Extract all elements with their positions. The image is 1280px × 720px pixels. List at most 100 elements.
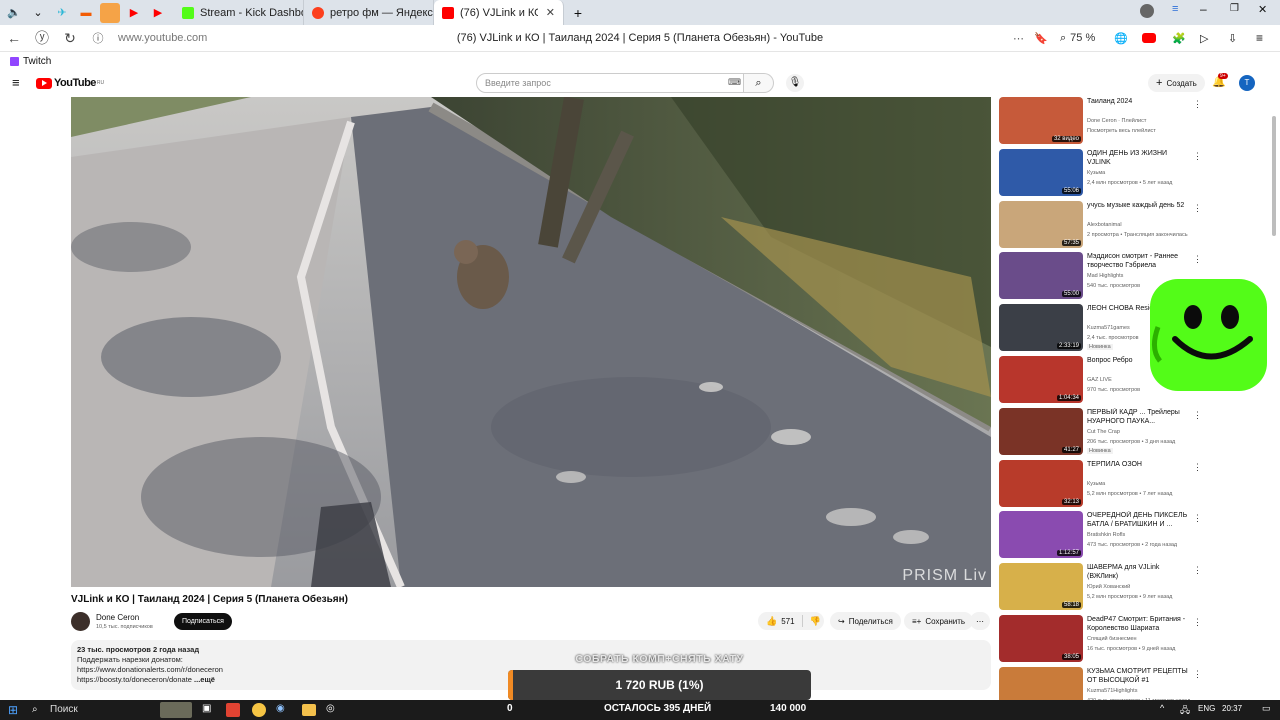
steam-icon[interactable]: ◉ [276,703,285,714]
pinned-youtube-icon[interactable]: ▶ [124,3,144,23]
save-button[interactable]: ≡+ Сохранить [904,612,974,630]
recommended-video[interactable]: 32 видео Таиланд 2024 Done Ceron · Плейлис… [999,97,1204,147]
video-thumbnail[interactable]: 55:00 [999,252,1083,299]
thumbs-down-icon[interactable]: 👎 [810,616,821,627]
more-options-icon[interactable]: ⋮ [1193,99,1202,110]
restore-icon[interactable]: ❐ [1230,3,1239,14]
subscribe-button[interactable]: Подписаться [174,613,232,630]
video-player[interactable]: PRISM Liv [71,97,991,587]
more-options-icon[interactable]: ⋮ [1193,462,1202,473]
tab-youtube-active[interactable]: (76) VJLink и КО | Та ✕ [434,0,564,25]
keyboard-icon[interactable]: ⌨ [728,77,741,88]
recommended-channel[interactable]: Кузьма [1087,481,1197,487]
recommended-video[interactable]: 55:06 ОДИН ДЕНЬ ИЗ ЖИЗНИ VJLINK Кузьма 2,4 … [999,149,1204,199]
video-thumbnail[interactable]: 32 видео [999,97,1083,144]
video-thumbnail[interactable]: 32:13 [999,460,1083,507]
more-options-icon[interactable]: ⋮ [1193,669,1202,680]
video-thumbnail[interactable]: 1:12:57 [999,511,1083,558]
recommended-video[interactable]: 41:27 ПЕРВЫЙ КАДР ... Трейлеры НУАРНОГО П… [999,408,1204,458]
app-icon[interactable] [226,703,240,717]
recommended-video[interactable]: 57:35 учусь музыке каждый день 52 Alexbota… [999,201,1204,251]
tray-chevron-icon[interactable]: ^ [1160,703,1164,713]
scrollbar-thumb[interactable] [1272,116,1276,236]
pinned-tab-icon[interactable]: ✈ [52,3,72,23]
description-link[interactable]: https://boosty.to/doneceron/donate [77,675,192,684]
video-thumbnail[interactable]: 57:35 [999,201,1083,248]
video-thumbnail[interactable]: 1:04:34 [999,356,1083,403]
recommended-channel[interactable]: Спящий бизнесмен [1087,636,1197,642]
windows-start-icon[interactable]: ⊞ [8,703,18,717]
pinned-tab-icon[interactable] [100,2,120,23]
zoom-control[interactable]: ⌕ 75 % [1060,32,1095,45]
recommended-title[interactable]: Таиланд 2024 [1087,97,1191,106]
pinned-youtube-icon[interactable]: ▶ [148,3,168,23]
recommended-channel[interactable]: Кузьма [1087,170,1197,176]
more-options-icon[interactable]: ⋮ [1193,617,1202,628]
translate-icon[interactable]: 🌐 [1114,32,1128,45]
recommended-video[interactable]: 32:13 ТЕРПИЛА ОЗОН Кузьма 5,2 млн просмотро… [999,460,1204,510]
recommended-title[interactable]: ПЕРВЫЙ КАДР ... Трейлеры НУАРНОГО ПАУКА.… [1087,408,1191,426]
obs-icon[interactable]: ◎ [326,703,335,714]
speaker-icon[interactable]: 🔈 [4,3,24,23]
video-thumbnail[interactable]: 41:27 [999,408,1083,455]
recommended-title[interactable]: ОДИН ДЕНЬ ИЗ ЖИЗНИ VJLINK [1087,149,1191,167]
yandex-protect-icon[interactable]: ⓨ [28,28,56,48]
network-icon[interactable]: 🖧 [1180,703,1190,719]
recommended-channel[interactable]: Done Ceron · Плейлист [1087,118,1197,124]
recommended-channel[interactable]: Kuzma571Highlights [1087,688,1197,694]
bookmark-icon[interactable]: 🔖 [1034,32,1048,45]
file-explorer-icon[interactable] [302,704,316,716]
search-button[interactable]: ⌕ [744,73,774,93]
recommended-title[interactable]: КУЗЬМА СМОТРИТ РЕЦЕПТЫ ОТ ВЫСОЦКОЙ #1 [1087,667,1191,685]
close-tab-icon[interactable]: ✕ [546,6,555,19]
more-options-icon[interactable]: ⋮ [1193,151,1202,162]
close-window-icon[interactable]: ✕ [1258,3,1267,16]
minimize-icon[interactable]: – [1200,2,1207,16]
notification-center-icon[interactable]: ▭ [1262,703,1271,714]
clock[interactable]: 20:37 [1222,704,1242,713]
media-icon[interactable]: ▷ [1200,32,1208,45]
share-button[interactable]: ↪ Поделиться [830,612,901,630]
news-widget[interactable] [160,702,192,718]
url-host[interactable]: www.youtube.com [118,32,207,44]
recommended-title[interactable]: ОЧЕРЕДНОЙ ДЕНЬ ПИКСЕЛЬ БАТЛА / БРАТИШКИН… [1087,511,1191,529]
more-options-icon[interactable]: ⋮ [1193,254,1202,265]
youtube-logo[interactable]: YouTube RU [36,77,104,89]
more-options-icon[interactable]: ⋮ [1193,410,1202,421]
site-info-icon[interactable]: ⓘ [84,30,112,46]
hamburger-menu-icon[interactable]: ≡ [12,75,20,90]
create-button[interactable]: + Создать [1148,74,1205,92]
account-avatar[interactable]: T [1239,75,1255,91]
more-icon[interactable]: ⋯ [1013,32,1024,45]
menu-icon[interactable]: ≡ [1256,31,1263,45]
like-button[interactable]: 👍 571 [766,616,795,627]
tab-yandex[interactable]: ретро фм — Яндекс: нашл [304,0,434,25]
reload-icon[interactable]: ↻ [56,30,84,47]
collections-icon[interactable]: ≡ [1172,3,1178,15]
recommended-channel[interactable]: Cut The Crap [1087,429,1197,435]
more-options-icon[interactable]: ⋮ [1193,203,1202,214]
channel-name[interactable]: Done Ceron [96,613,139,622]
video-thumbnail[interactable]: 55:06 [999,149,1083,196]
task-view-icon[interactable]: ▣ [202,703,211,714]
bookmark-twitch[interactable]: Twitch [23,56,51,67]
taskbar-search-icon[interactable]: ⌕ [32,704,38,715]
input-language[interactable]: ENG [1198,704,1215,713]
recommended-channel[interactable]: Alexbotanimal [1087,222,1197,228]
youtube-ext-icon[interactable] [1142,33,1156,43]
new-tab-icon[interactable]: + [568,3,588,23]
show-more-link[interactable]: ...ещё [194,675,215,684]
channel-avatar[interactable] [71,612,90,631]
video-thumbnail[interactable]: 58:18 [999,563,1083,610]
recommended-channel[interactable]: Юрий Хованский [1087,584,1197,590]
pinned-tab-icon[interactable]: ▬ [76,3,96,23]
video-thumbnail[interactable]: 38:05 [999,615,1083,662]
recommended-channel[interactable]: Bratishkin Rofls [1087,532,1197,538]
recommended-title[interactable]: ШАВЕРМА для VJLink (ВЖЛинк) [1087,563,1191,581]
extensions-icon[interactable]: 🧩 [1172,32,1186,45]
voice-search-icon[interactable]: 🎙 [786,74,804,92]
video-thumbnail[interactable]: 2:33:19 [999,304,1083,351]
recommended-title[interactable]: DeadP47 Смотрит: Британия - Королевство … [1087,615,1191,633]
tab-kick-dashboard[interactable]: Stream - Kick Dashboard [174,0,304,25]
more-options-icon[interactable]: ⋮ [1193,565,1202,576]
